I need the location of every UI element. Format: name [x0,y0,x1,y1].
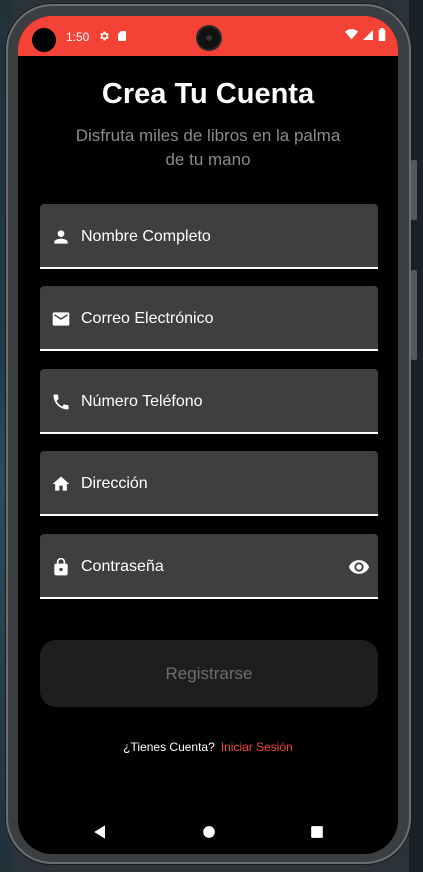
email-label: Correo Electrónico [81,310,214,327]
phone-label: Número Teléfono [81,393,203,410]
password-field[interactable]: Contraseña [40,534,378,599]
signal-icon [363,29,373,40]
full-name-label: Nombre Completo [81,228,211,245]
recents-icon[interactable] [307,822,327,842]
front-camera [198,27,220,49]
login-link[interactable]: Iniciar Sesión [221,740,293,754]
password-label: Contraseña [81,558,164,575]
address-label: Dirección [81,475,148,492]
login-prompt: ¿Tienes Cuenta? Iniciar Sesión [18,740,398,754]
back-icon[interactable] [90,822,110,842]
home-icon [52,476,70,491]
status-icons-right [345,28,386,41]
phone-screen: 1:50 Crea Tu Cuenta Disfruta miles de li… [18,16,398,854]
battery-icon [378,28,386,41]
system-nav-bar [18,814,398,850]
desktop-background-right [409,0,423,872]
settings-icon [100,31,109,41]
register-button[interactable]: Registrarse [40,640,378,707]
phone-field[interactable]: Número Teléfono [40,369,378,434]
sd-card-icon [118,31,126,41]
status-bar: 1:50 [18,16,398,56]
address-field[interactable]: Dirección [40,451,378,516]
volume-button [411,160,417,220]
email-field[interactable]: Correo Electrónico [40,286,378,351]
home-circle-icon[interactable] [199,822,219,842]
wifi-icon [345,29,358,40]
full-name-field[interactable]: Nombre Completo [40,204,378,269]
lock-icon [54,557,68,576]
camera-cutout [32,28,56,52]
page-title: Crea Tu Cuenta [101,78,315,110]
power-button [411,270,417,360]
page-subtitle: Disfruta miles de libros en la palma de … [75,126,341,169]
eye-icon[interactable] [348,556,370,578]
phone-icon [53,394,69,410]
email-icon [52,312,70,326]
login-question: ¿Tienes Cuenta? [123,740,215,754]
status-time: 1:50 [66,30,90,44]
person-icon [54,230,68,244]
